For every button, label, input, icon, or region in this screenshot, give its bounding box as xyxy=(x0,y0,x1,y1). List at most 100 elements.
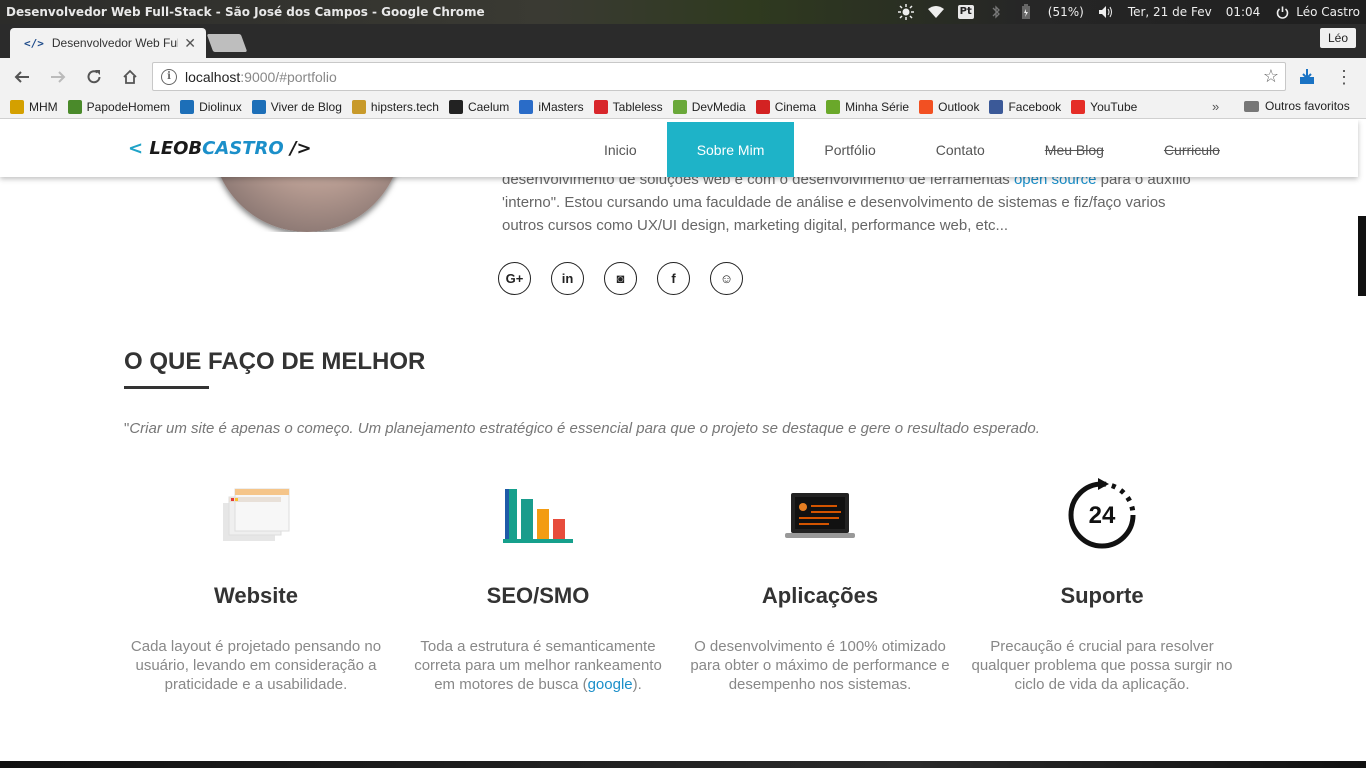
bookmark-label: DevMedia xyxy=(691,99,746,114)
logo-close-bracket: /> xyxy=(283,138,312,159)
service-desc: O desenvolvimento é 100% otimizado para … xyxy=(690,638,950,693)
google-link[interactable]: google xyxy=(588,676,633,693)
bookmark-label: Tableless xyxy=(612,99,663,114)
user-menu[interactable]: Léo Castro xyxy=(1274,4,1360,20)
new-tab-button[interactable] xyxy=(206,34,248,52)
extension-icon[interactable] xyxy=(1296,66,1318,88)
minhaserie-icon xyxy=(826,99,841,114)
section-title: O QUE FAÇO DE MELHOR xyxy=(124,348,426,375)
bluetooth-icon[interactable] xyxy=(988,4,1004,20)
googleplus-icon[interactable]: G+ xyxy=(498,262,531,295)
service-support: 24 Suporte Precaução é crucial para reso… xyxy=(961,475,1243,694)
bookmark-viver-de-blog[interactable]: Viver de Blog xyxy=(251,99,342,114)
bookmark-label: Facebook xyxy=(1008,99,1062,114)
keyboard-layout-indicator[interactable]: Pt xyxy=(957,5,974,19)
clock-24h-icon: 24 xyxy=(961,475,1243,555)
code-favicon-icon: </> xyxy=(24,36,44,50)
mhm-icon xyxy=(10,99,24,114)
bookmark-hipsters-tech[interactable]: hipsters.tech xyxy=(351,99,439,114)
more-bookmarks-icon[interactable]: » xyxy=(1212,99,1219,114)
tableless-icon xyxy=(593,99,608,114)
home-icon[interactable] xyxy=(112,58,148,95)
scrollbar-thumb[interactable] xyxy=(1358,216,1366,296)
bookmark-label: Caelum xyxy=(467,99,510,114)
os-top-bar: Desenvolvedor Web Full-Stack - São José … xyxy=(0,0,1366,24)
battery-icon[interactable] xyxy=(1018,4,1034,20)
nav-item-meu-blog[interactable]: Meu Blog xyxy=(1015,122,1134,177)
other-bookmarks[interactable]: Outros favoritos xyxy=(1244,99,1350,113)
site-logo[interactable]: < LEOBCASTRO /> xyxy=(128,138,312,159)
hipsters-icon xyxy=(351,99,366,114)
wifi-icon[interactable] xyxy=(927,4,944,20)
nav-item-sobre-mim[interactable]: Sobre Mim xyxy=(666,122,795,177)
bookmark-devmedia[interactable]: DevMedia xyxy=(672,99,746,114)
power-icon xyxy=(1274,4,1290,20)
nav-item-inicio[interactable]: Inicio xyxy=(574,122,667,177)
volume-icon[interactable] xyxy=(1098,4,1114,20)
bookmark-label: MHM xyxy=(29,99,58,114)
footer-edge xyxy=(0,761,1366,768)
bookmark-facebook[interactable]: Facebook xyxy=(989,99,1062,114)
instagram-icon[interactable]: ◙ xyxy=(604,262,637,295)
section-quote: "Criar um site é apenas o começo. Um pla… xyxy=(124,420,1040,437)
tab-strip: </> Desenvolvedor Web Full ✕ Léo xyxy=(0,24,1366,58)
laptop-code-icon xyxy=(679,475,961,555)
social-links: G+ in ◙ f ☺ xyxy=(498,262,743,295)
service-desc: Toda a estrutura é semanticamente corret… xyxy=(407,637,669,694)
bookmark-label: Cinema xyxy=(774,99,817,114)
facebook-icon[interactable]: f xyxy=(657,262,690,295)
service-title: Suporte xyxy=(1060,583,1144,608)
devmedia-icon xyxy=(672,99,687,114)
youtube-icon xyxy=(1071,99,1086,114)
nav-item-portf-lio[interactable]: Portfólio xyxy=(794,122,905,177)
linkedin-icon[interactable]: in xyxy=(551,262,584,295)
browser-toolbar: i localhost:9000/#portfolio ☆ ⋮ xyxy=(0,58,1366,95)
bookmark-label: hipsters.tech xyxy=(370,99,439,114)
page-viewport: < LEOBCASTRO /> Inicio Sobre Mim Portfólio… xyxy=(0,120,1366,761)
main-nav: Inicio Sobre Mim Portfólio Contato Meu Blog C… xyxy=(574,122,1250,177)
bookmark-cinema[interactable]: Cinema xyxy=(755,99,817,114)
bookmark-caelum[interactable]: Caelum xyxy=(448,99,510,114)
site-info-icon[interactable]: i xyxy=(161,68,177,85)
user-name: Léo Castro xyxy=(1296,5,1360,19)
service-website: Website Cada layout é projetado pensando… xyxy=(115,475,397,694)
tab-active[interactable]: </> Desenvolvedor Web Full ✕ xyxy=(10,28,206,58)
nav-item-contato[interactable]: Contato xyxy=(906,122,1015,177)
service-title: SEO/SMO xyxy=(486,583,590,608)
logo-open-bracket: < xyxy=(128,138,150,159)
bookmark-label: YouTube xyxy=(1090,99,1138,114)
about-line-2: 'interno". Estou cursando uma faculdade … xyxy=(502,194,1166,211)
menu-dots-icon[interactable]: ⋮ xyxy=(1334,66,1354,88)
service-apps: Aplicações O desenvolvimento é 100% otim… xyxy=(679,475,961,694)
bookmark-star-icon[interactable]: ☆ xyxy=(1263,66,1279,87)
bookmark-outlook[interactable]: Outlook xyxy=(919,99,979,114)
clock[interactable]: 01:04 xyxy=(1226,5,1261,19)
folder-icon xyxy=(1244,100,1259,112)
brightness-icon[interactable] xyxy=(897,4,914,20)
facebook-icon xyxy=(989,99,1004,114)
service-title: Aplicações xyxy=(761,583,879,608)
bookmark-label: Diolinux xyxy=(199,99,242,114)
bookmark-tableless[interactable]: Tableless xyxy=(593,99,663,114)
back-arrow-icon[interactable] xyxy=(4,58,40,95)
forward-arrow-icon[interactable] xyxy=(40,58,76,95)
bookmark-diolinux[interactable]: Diolinux xyxy=(180,99,242,114)
profile-button[interactable]: Léo xyxy=(1319,28,1356,48)
github-icon[interactable]: ☺ xyxy=(710,262,743,295)
bookmark-imasters[interactable]: iMasters xyxy=(519,99,584,114)
service-desc-end: ). xyxy=(632,676,642,693)
bookmarks-bar: MHM PapodeHomem Diolinux Viver de Blog hipst… xyxy=(0,95,1366,119)
bookmark-papodehomem[interactable]: PapodeHomem xyxy=(67,99,170,114)
bookmark-youtube[interactable]: YouTube xyxy=(1071,99,1138,114)
about-line-3: outros cursos como UX/UI design, marketi… xyxy=(502,217,1009,234)
close-tab-icon[interactable]: ✕ xyxy=(184,35,196,52)
bookmark-mhm[interactable]: MHM xyxy=(10,99,58,114)
clock-24-text: 24 xyxy=(1089,502,1116,529)
address-bar[interactable]: i localhost:9000/#portfolio ☆ xyxy=(152,62,1286,91)
quote-text: Criar um site é apenas o começo. Um plan… xyxy=(129,420,1040,437)
nav-item-curriculo[interactable]: Curriculo xyxy=(1134,122,1250,177)
browser-windows-icon xyxy=(115,475,397,555)
reload-icon[interactable] xyxy=(76,58,112,95)
service-title: Website xyxy=(214,583,298,608)
bookmark-minha-s-rie[interactable]: Minha Série xyxy=(826,99,909,114)
